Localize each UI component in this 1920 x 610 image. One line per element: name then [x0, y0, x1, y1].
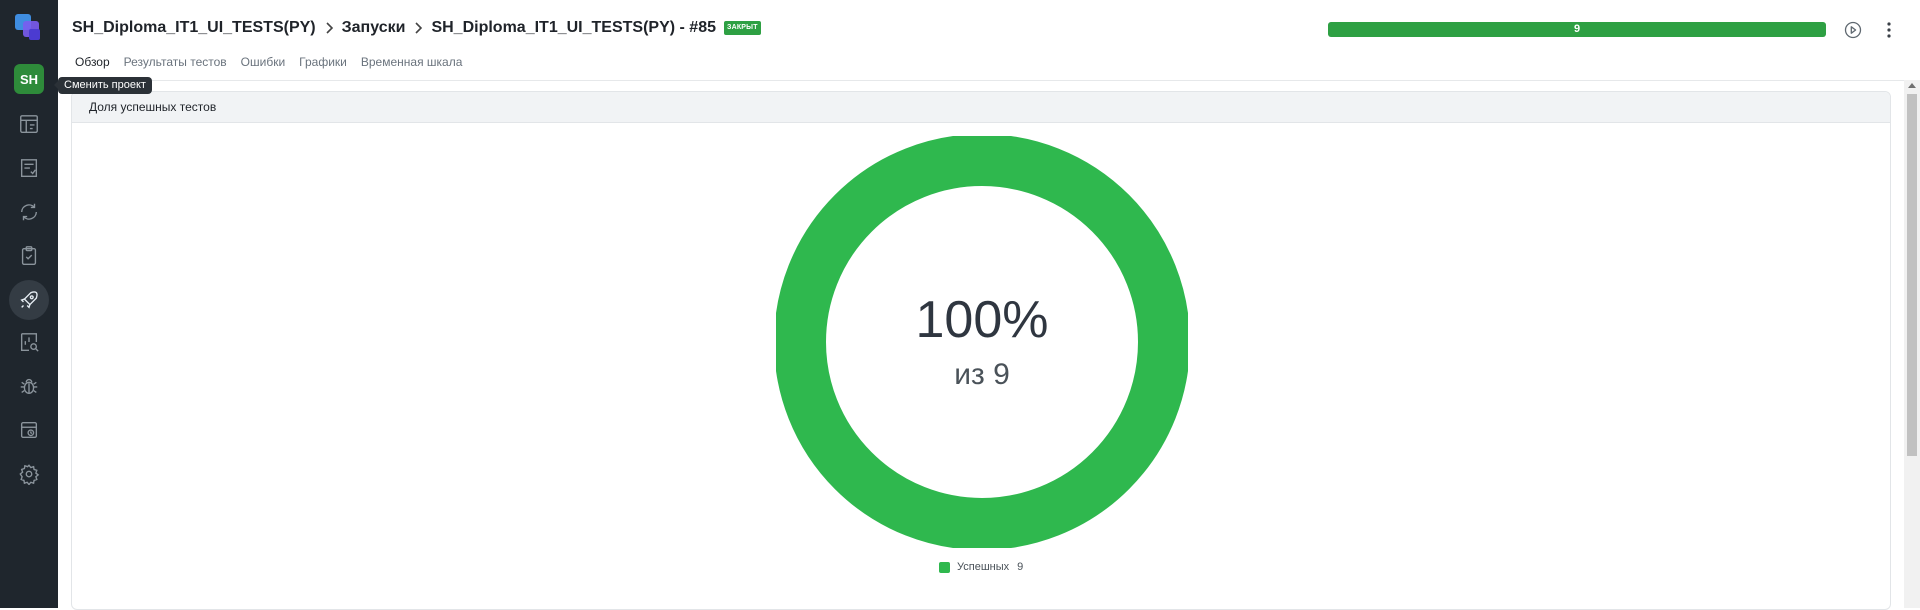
- test-cases-icon: [20, 159, 38, 177]
- chevron-right-icon: [326, 22, 333, 34]
- success-rate-widget: Доля успешных тестов 100% из 9 Успешных …: [71, 91, 1891, 610]
- sync-icon: [20, 203, 38, 221]
- gear-icon: [19, 464, 40, 485]
- widget-title: Доля успешных тестов: [72, 92, 1890, 123]
- tab-overview[interactable]: Обзор: [75, 55, 110, 69]
- project-avatar[interactable]: SH: [14, 64, 44, 94]
- sidebar-item-defects[interactable]: [9, 366, 49, 406]
- center-total: из 9: [954, 358, 1010, 391]
- center-percent: 100%: [916, 291, 1049, 349]
- page-scrollbar[interactable]: [1904, 80, 1920, 608]
- environment-icon: [20, 421, 38, 439]
- checklist-icon: [21, 246, 37, 265]
- breadcrumb-launch: SH_Diploma_IT1_UI_TESTS(PY) - #85: [431, 19, 716, 36]
- play-circle-icon: [1844, 21, 1862, 39]
- tab-test-results[interactable]: Результаты тестов: [124, 55, 227, 69]
- rocket-icon: [20, 291, 38, 309]
- legend-value: 9: [1017, 561, 1024, 573]
- page-header: SH_Diploma_IT1_UI_TESTS(PY) Запуски SH_D…: [58, 0, 1920, 81]
- tabs: Обзор Результаты тестов Ошибки Графики В…: [75, 55, 462, 69]
- more-menu-button[interactable]: [1878, 19, 1900, 41]
- launch-progress-bar[interactable]: 9: [1328, 22, 1826, 37]
- legend-label: Успешных: [957, 561, 1010, 573]
- success-rate-donut-chart: 100% из 9: [776, 136, 1188, 548]
- legend-swatch: [939, 561, 950, 573]
- breadcrumb-launches[interactable]: Запуски: [342, 19, 406, 37]
- tab-graphs[interactable]: Графики: [299, 55, 347, 69]
- change-project-tooltip: Сменить проект: [54, 77, 152, 94]
- project-initials: SH: [19, 71, 39, 87]
- status-badge: ЗАКРЫТ: [723, 21, 761, 35]
- dashboard-icon: [20, 115, 38, 133]
- sidebar-item-analytics[interactable]: [9, 322, 49, 362]
- tab-errors[interactable]: Ошибки: [241, 55, 286, 69]
- chevron-right-icon: [415, 22, 423, 34]
- app-logo-icon[interactable]: [13, 12, 45, 44]
- breadcrumb-project[interactable]: SH_Diploma_IT1_UI_TESTS(PY): [72, 19, 316, 37]
- analytics-search-icon: [20, 333, 39, 352]
- sidebar-item-environments[interactable]: [9, 410, 49, 450]
- sidebar-item-test-cases[interactable]: [9, 148, 49, 188]
- sidebar-item-sync[interactable]: [9, 192, 49, 232]
- sidebar: SH: [0, 0, 58, 608]
- chart-legend: Успешных 9: [939, 561, 1023, 573]
- tab-timeline[interactable]: Временная шкала: [361, 55, 463, 69]
- sidebar-item-dashboards[interactable]: [9, 104, 49, 144]
- breadcrumb: SH_Diploma_IT1_UI_TESTS(PY) Запуски SH_D…: [72, 19, 761, 37]
- scroll-thumb[interactable]: [1907, 94, 1917, 456]
- sidebar-item-test-plans[interactable]: [9, 236, 49, 276]
- sidebar-item-launches[interactable]: [9, 280, 49, 320]
- rerun-button[interactable]: [1842, 19, 1864, 41]
- scroll-up-icon[interactable]: [1908, 83, 1916, 88]
- bug-icon: [20, 378, 38, 395]
- progress-count: 9: [1573, 23, 1581, 35]
- more-vertical-icon: [1887, 22, 1891, 38]
- sidebar-item-settings[interactable]: [9, 454, 49, 494]
